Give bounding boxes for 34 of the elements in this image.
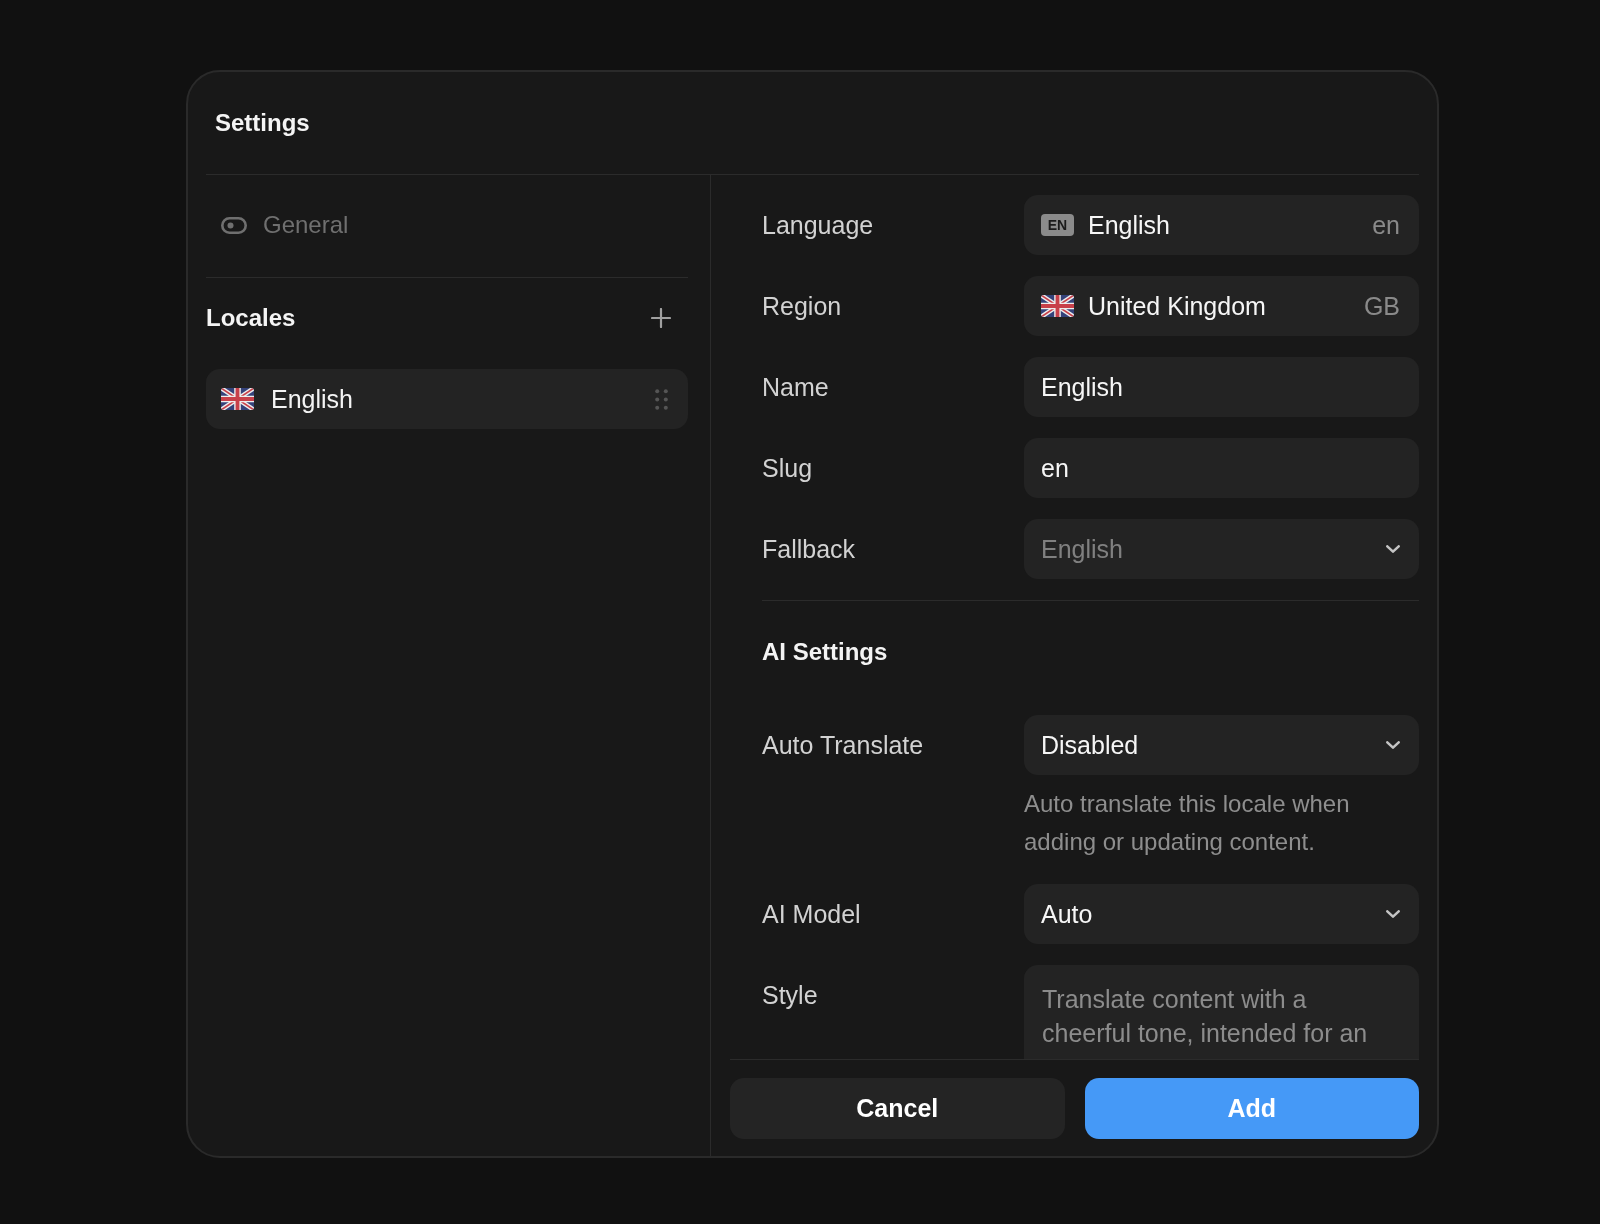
section-heading: Locales bbox=[206, 304, 296, 332]
region-code: GB bbox=[1363, 291, 1400, 321]
field-label: Name bbox=[762, 372, 829, 402]
field-label: Auto Translate bbox=[762, 730, 924, 760]
help-text: Auto translate this locale when adding or updating content. bbox=[1024, 789, 1351, 857]
dialog-title: Settings bbox=[215, 109, 310, 137]
text-input[interactable]: English bbox=[1024, 357, 1419, 417]
field-label: AI Model bbox=[762, 899, 861, 929]
flag-icon bbox=[1041, 295, 1074, 317]
select-field[interactable]: Disabled bbox=[1024, 715, 1419, 775]
text-input[interactable]: en bbox=[1024, 438, 1419, 498]
style-textarea[interactable]: Translate content with a cheerful tone, intended for an bbox=[1024, 965, 1419, 1059]
language-code: en bbox=[1372, 210, 1400, 240]
field-label: Slug bbox=[762, 453, 813, 483]
nav-item[interactable]: General bbox=[206, 203, 688, 247]
toggle-icon bbox=[221, 216, 247, 234]
language-badge: EN bbox=[1041, 214, 1074, 236]
drag-handle-icon[interactable] bbox=[655, 388, 668, 410]
chevron-down-icon bbox=[1386, 741, 1400, 749]
chevron-down-icon bbox=[1386, 545, 1400, 553]
field-label: Fallback bbox=[762, 534, 856, 564]
plus-icon bbox=[651, 308, 671, 328]
select-field[interactable]: Auto bbox=[1024, 884, 1419, 944]
locale-item[interactable]: English bbox=[206, 369, 688, 429]
section-heading: AI Settings bbox=[762, 637, 888, 667]
flag-icon bbox=[221, 388, 254, 410]
region-select[interactable]: United Kingdom GB bbox=[1024, 276, 1419, 336]
select-field[interactable]: English bbox=[1024, 519, 1419, 579]
field-label: Region bbox=[762, 291, 842, 321]
language-select[interactable]: EN English en bbox=[1024, 195, 1419, 255]
chevron-down-icon bbox=[1386, 910, 1400, 918]
cancel-button[interactable]: Cancel bbox=[730, 1078, 1065, 1139]
field-label: Style bbox=[762, 980, 818, 1010]
field-label: Language bbox=[762, 210, 874, 240]
